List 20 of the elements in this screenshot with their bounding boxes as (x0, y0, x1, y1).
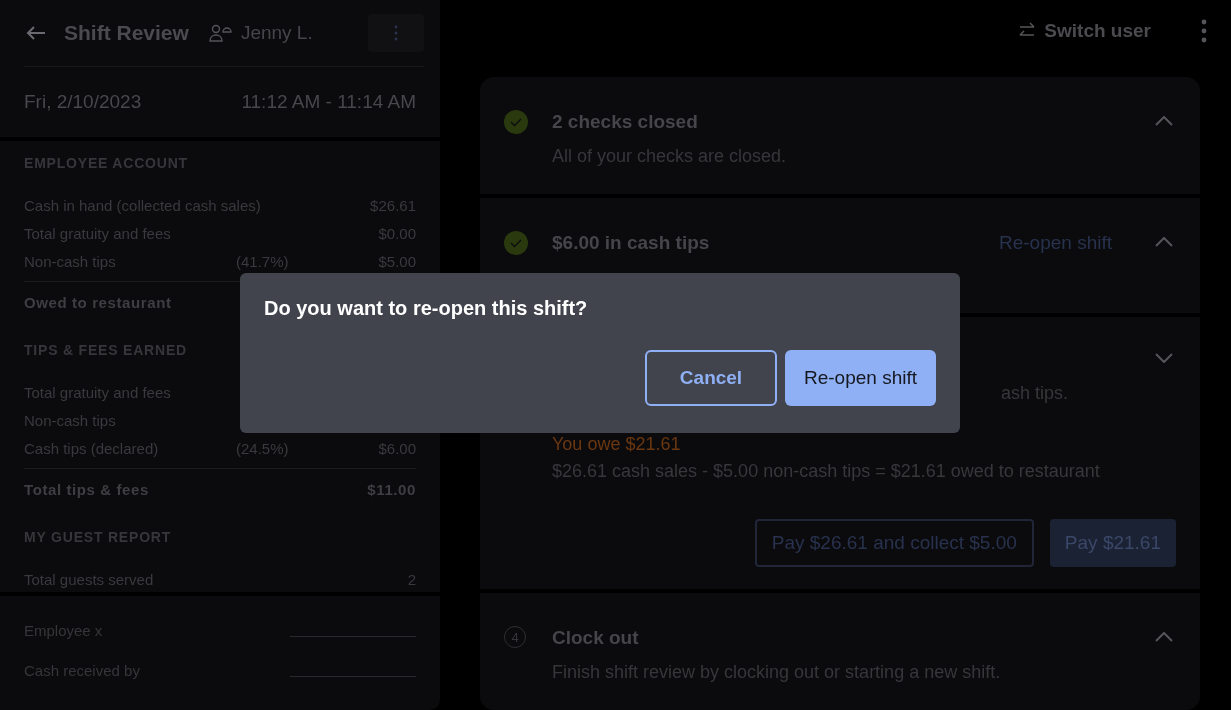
pay-button[interactable]: Pay $26.61 and collect $5.00 (754, 518, 1034, 567)
switch-user-button[interactable]: Switch user (1018, 18, 1151, 44)
cancel-button[interactable]: Cancel (645, 350, 777, 406)
check-circle-icon (504, 230, 528, 255)
employee-name: Jenny L. (240, 22, 313, 44)
re-open-shift-link[interactable]: Re-open shift (999, 231, 1112, 254)
step-title: $6.00 in cash tips (552, 231, 711, 254)
check-circle-icon (504, 109, 528, 134)
step-title: 2 checks closed (552, 110, 699, 133)
page-title: Shift Review (64, 21, 189, 45)
kebab-icon (394, 25, 398, 41)
confirm-button[interactable]: Re-open shift (785, 350, 936, 406)
amount-owed: You owe $21.61 (552, 433, 682, 455)
shift-time-range: 11:12 AM - 11:14 AM (241, 91, 416, 113)
dialog-title: Do you want to re-open this shift? (264, 297, 589, 320)
people-icon (208, 24, 233, 42)
step-title: Clock out (552, 627, 640, 649)
more-menu-button[interactable] (1201, 18, 1207, 44)
shift-date: Fri, 2/10/2023 (24, 91, 142, 113)
chevron-down-icon[interactable] (1152, 352, 1176, 363)
